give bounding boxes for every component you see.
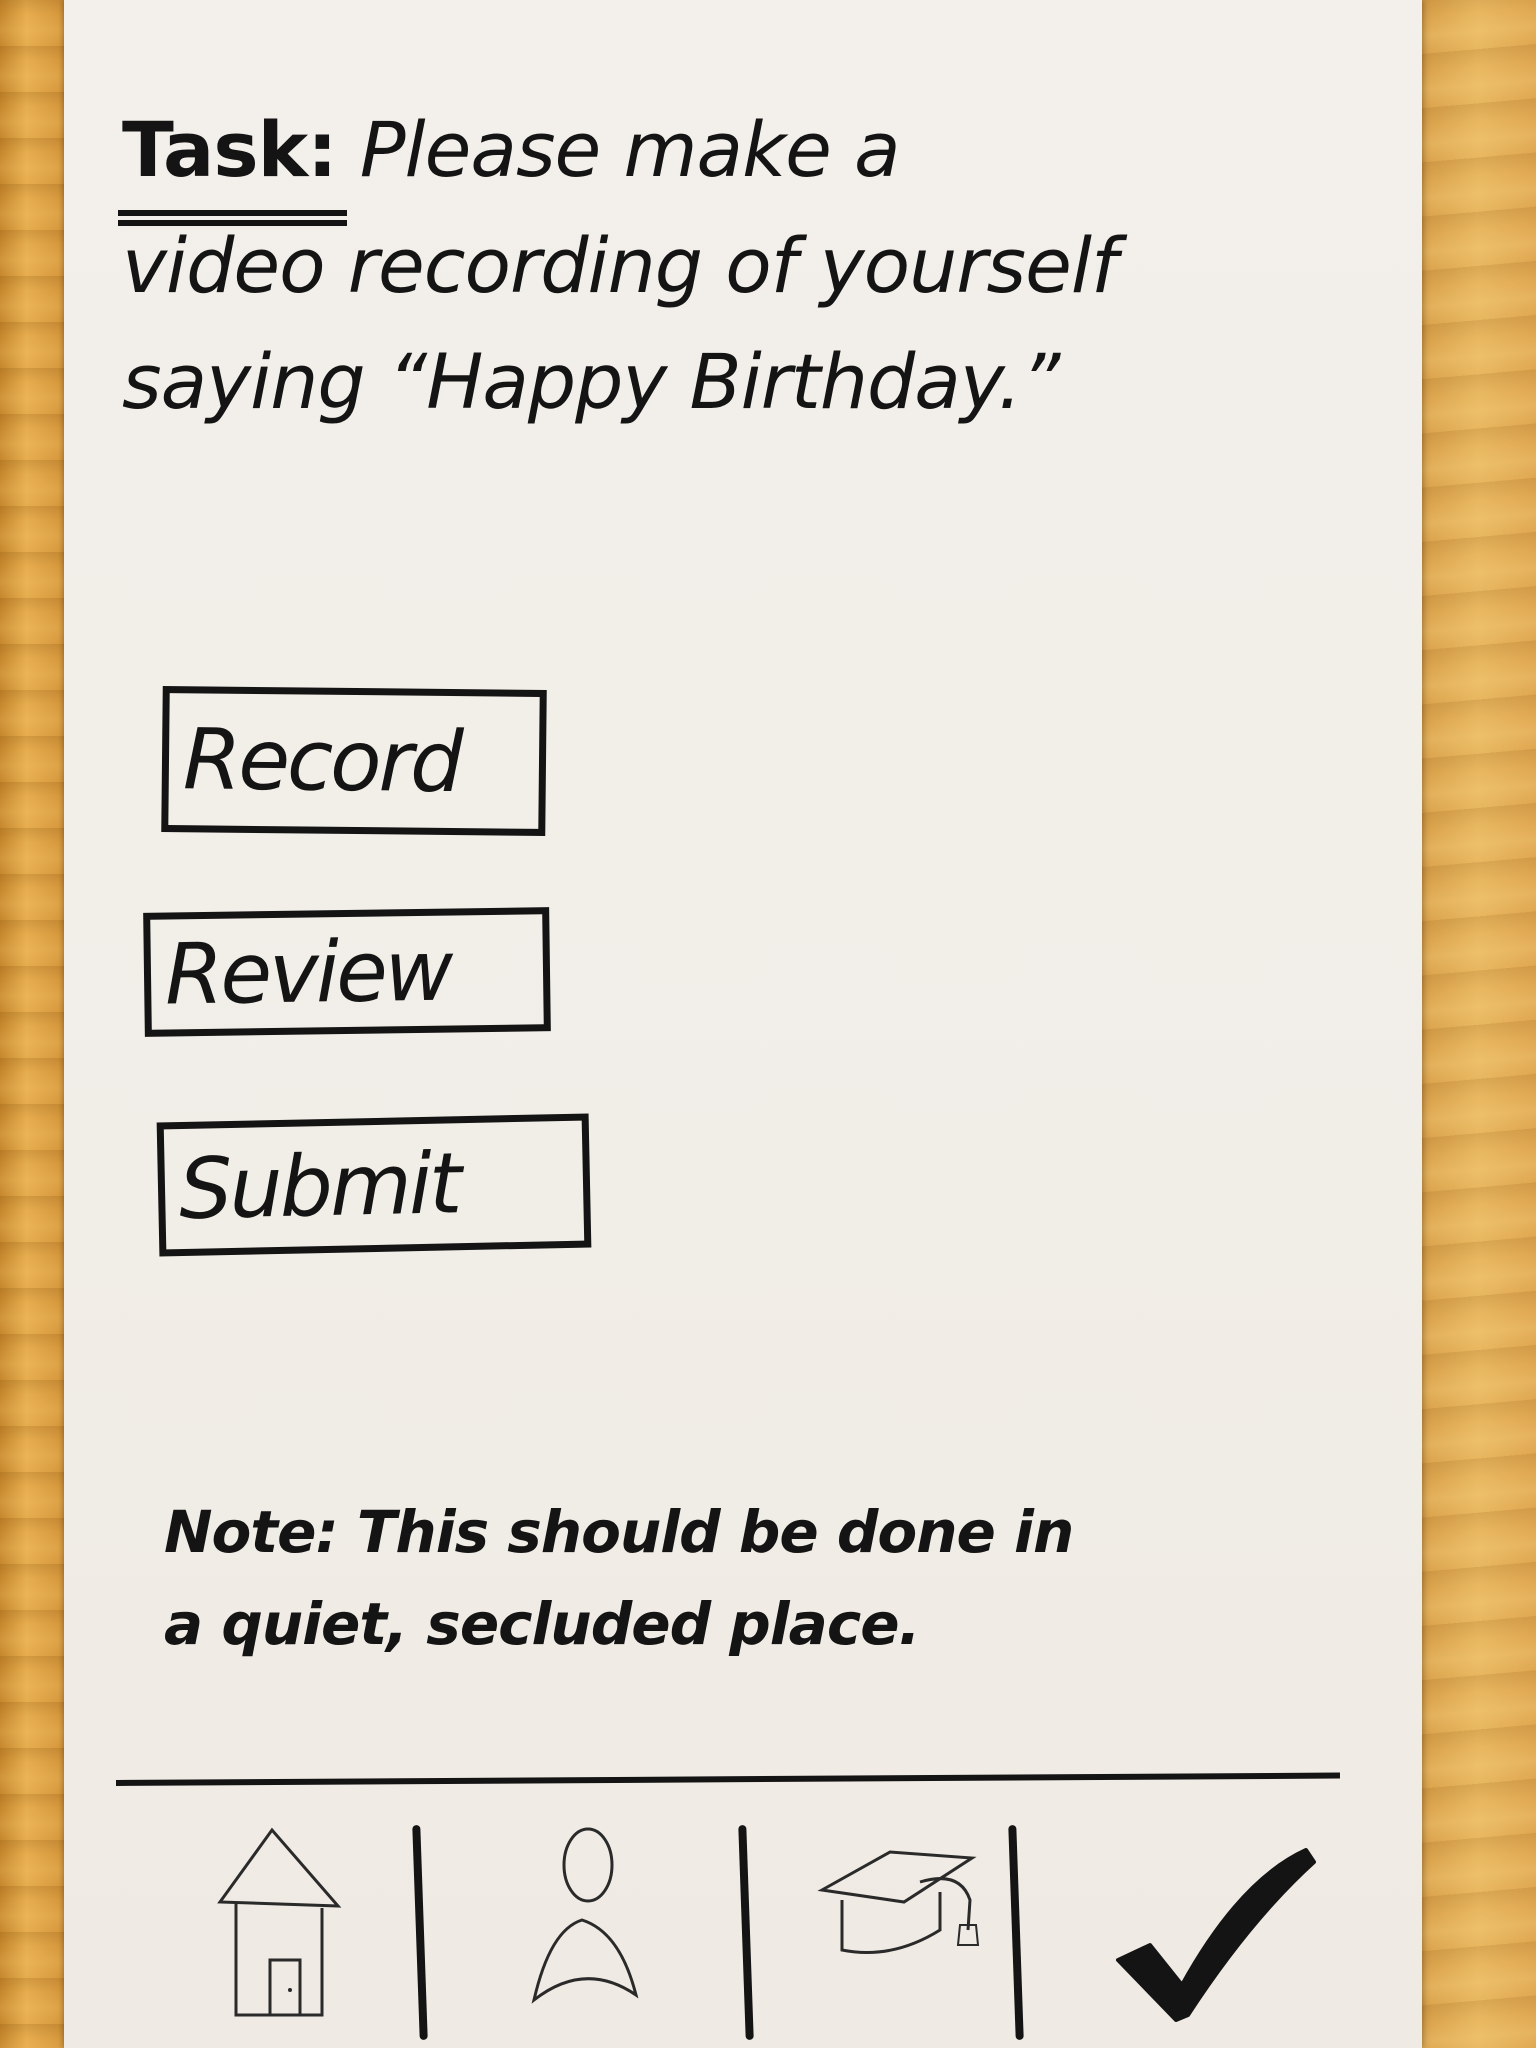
tab-profile[interactable] [510, 1810, 660, 2030]
submit-button[interactable]: Submit [156, 1113, 592, 1257]
submit-button-label: Submit [178, 1134, 460, 1239]
wood-table-right [1420, 0, 1536, 2048]
note-text: Note: This should be done in a quiet, se… [164, 1486, 1284, 1670]
note-line-2: a quiet, secluded place. [164, 1590, 921, 1658]
wood-table-left [0, 0, 66, 2048]
graduation-cap-icon [817, 1850, 980, 1954]
task-line-3: saying “Happy Birthday.” [122, 337, 1060, 426]
review-button[interactable]: Review [143, 907, 551, 1037]
record-button[interactable]: Record [161, 685, 547, 837]
task-text-1: Please make a [359, 105, 901, 194]
task-instructions: Task: Please make a video recording of y… [118, 92, 1372, 440]
task-label: Task: [118, 92, 347, 226]
tab-courses[interactable] [800, 1810, 1010, 2030]
review-button-label: Review [164, 921, 452, 1024]
profile-icon [531, 1827, 639, 2004]
checkmark-icon [1116, 1848, 1316, 2022]
record-button-label: Record [182, 710, 461, 812]
note-line-1: Note: This should be done in [164, 1498, 1074, 1566]
tab-done[interactable] [1090, 1810, 1320, 2030]
tab-home[interactable] [210, 1810, 360, 2030]
home-icon [217, 1827, 342, 2017]
task-line-1: Task: Please make a [118, 92, 1372, 226]
